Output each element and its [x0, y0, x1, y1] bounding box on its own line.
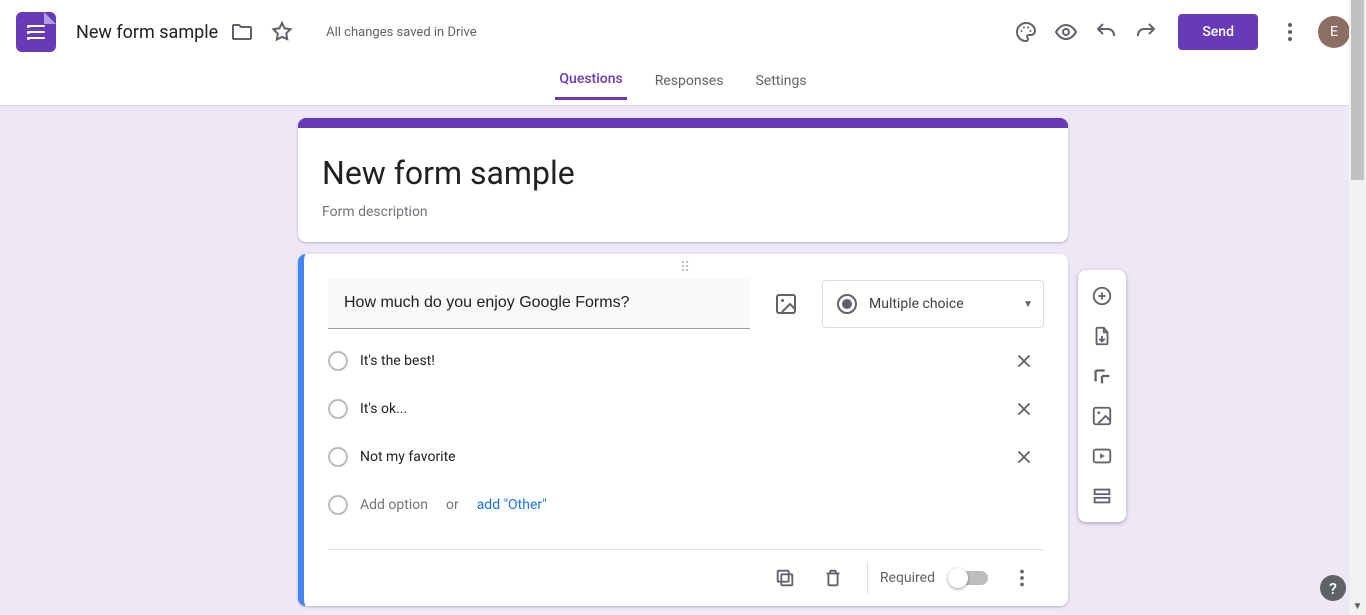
- question-footer: Required: [328, 550, 1044, 606]
- star-icon: [270, 20, 294, 44]
- star-button[interactable]: [262, 12, 302, 52]
- save-status-text: All changes saved in Drive: [326, 25, 477, 40]
- option-input[interactable]: It's ok...: [360, 397, 992, 421]
- more-vert-icon: [1011, 567, 1033, 589]
- add-other-button[interactable]: add "Other": [477, 497, 547, 513]
- palette-icon: [1014, 20, 1038, 44]
- redo-icon: [1134, 20, 1158, 44]
- required-toggle[interactable]: [951, 571, 988, 585]
- preview-button[interactable]: [1046, 12, 1086, 52]
- add-image-button[interactable]: [1084, 398, 1120, 434]
- option-row: Not my favorite: [328, 433, 1044, 481]
- option-input[interactable]: It's the best!: [360, 349, 992, 373]
- plus-circle-icon: [1091, 285, 1113, 307]
- radio-icon: [328, 351, 348, 371]
- chevron-down-icon: ▼: [1023, 299, 1033, 310]
- app-header: New form sample All changes saved in Dri…: [0, 0, 1366, 64]
- form-tabs: Questions Responses Settings: [0, 64, 1366, 106]
- folder-icon: [230, 20, 254, 44]
- import-questions-button[interactable]: [1084, 318, 1120, 354]
- form-title-input[interactable]: New form sample: [322, 150, 1044, 196]
- video-icon: [1091, 445, 1113, 467]
- tab-settings[interactable]: Settings: [751, 73, 810, 99]
- title-icon: [1091, 365, 1113, 387]
- add-image-to-question-button[interactable]: [766, 284, 806, 324]
- radio-icon: [328, 447, 348, 467]
- add-question-button[interactable]: [1084, 278, 1120, 314]
- image-icon: [774, 292, 798, 316]
- customize-theme-button[interactable]: [1006, 12, 1046, 52]
- question-title-input[interactable]: [328, 278, 750, 329]
- drag-handle-icon[interactable]: ⠿: [328, 254, 1044, 278]
- trash-icon: [822, 567, 844, 589]
- duplicate-question-button[interactable]: [763, 556, 807, 600]
- delete-question-button[interactable]: [811, 556, 855, 600]
- radio-icon: [328, 399, 348, 419]
- redo-button[interactable]: [1126, 12, 1166, 52]
- document-title-input[interactable]: New form sample: [72, 20, 222, 45]
- radio-icon: [328, 495, 348, 515]
- tab-responses[interactable]: Responses: [651, 73, 728, 99]
- section-icon: [1091, 485, 1113, 507]
- add-title-button[interactable]: [1084, 358, 1120, 394]
- add-section-button[interactable]: [1084, 478, 1120, 514]
- form-header-card[interactable]: New form sample Form description: [298, 118, 1068, 242]
- undo-icon: [1094, 20, 1118, 44]
- option-row: It's the best!: [328, 337, 1044, 385]
- add-option-button[interactable]: Add option: [360, 493, 428, 517]
- remove-option-button[interactable]: [1004, 437, 1044, 477]
- image-icon: [1091, 405, 1113, 427]
- send-button[interactable]: Send: [1178, 14, 1258, 50]
- floating-toolbar: [1078, 270, 1126, 522]
- question-more-options-button[interactable]: [1000, 556, 1044, 600]
- eye-icon: [1054, 20, 1078, 44]
- or-text: or: [446, 497, 459, 513]
- multiple-choice-icon: [837, 294, 857, 314]
- option-input[interactable]: Not my favorite: [360, 445, 992, 469]
- tab-questions[interactable]: Questions: [555, 71, 626, 100]
- remove-option-button[interactable]: [1004, 389, 1044, 429]
- add-video-button[interactable]: [1084, 438, 1120, 474]
- move-to-folder-button[interactable]: [222, 12, 262, 52]
- copy-icon: [774, 567, 796, 589]
- more-options-button[interactable]: [1270, 12, 1310, 52]
- remove-option-button[interactable]: [1004, 341, 1044, 381]
- undo-button[interactable]: [1086, 12, 1126, 52]
- import-icon: [1091, 325, 1113, 347]
- close-icon: [1013, 446, 1035, 468]
- forms-logo[interactable]: [16, 12, 56, 52]
- more-vert-icon: [1278, 20, 1302, 44]
- question-card[interactable]: ⠿ Multiple choice ▼ It's the best!: [298, 254, 1068, 606]
- form-description-input[interactable]: Form description: [322, 204, 1044, 220]
- option-row: It's ok...: [328, 385, 1044, 433]
- close-icon: [1013, 398, 1035, 420]
- help-button[interactable]: ?: [1320, 575, 1346, 601]
- add-option-row: Add option or add "Other": [328, 481, 1044, 529]
- question-type-label: Multiple choice: [869, 296, 1011, 312]
- question-type-dropdown[interactable]: Multiple choice ▼: [822, 280, 1044, 328]
- close-icon: [1013, 350, 1035, 372]
- required-label: Required: [880, 570, 935, 586]
- account-avatar[interactable]: E: [1318, 16, 1350, 48]
- form-canvas: New form sample Form description ⠿ Multi…: [0, 106, 1366, 615]
- scrollbar[interactable]: ▲ ▼: [1349, 0, 1366, 615]
